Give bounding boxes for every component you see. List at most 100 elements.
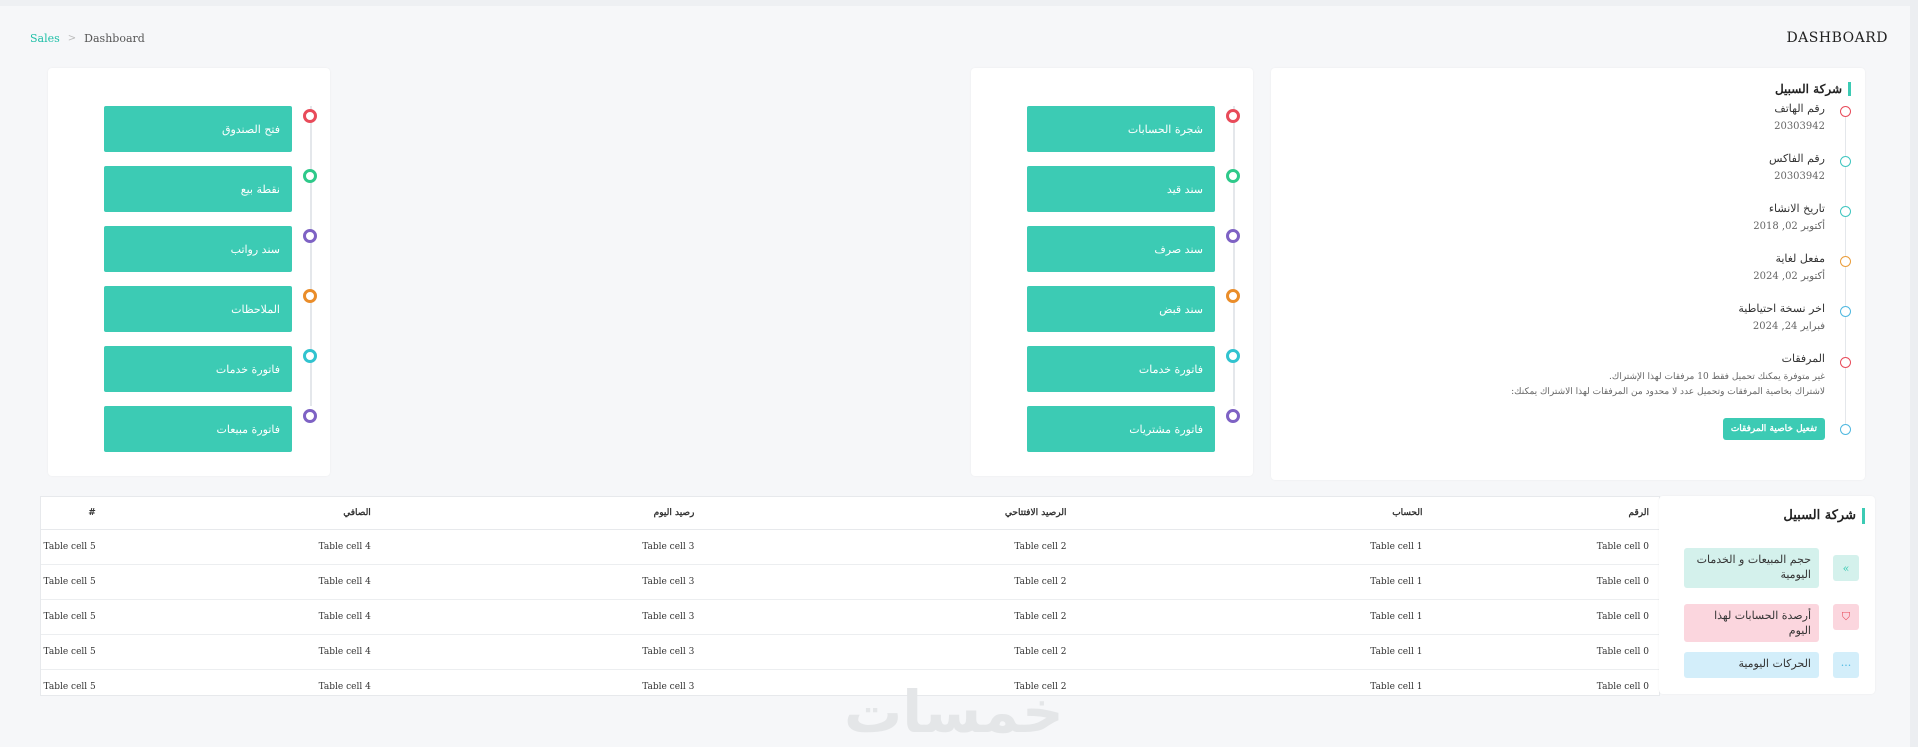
table-row[interactable]: Table cell 0 Table cell 1 Table cell 2 Tabl… <box>41 634 1659 670</box>
breadcrumb: Sales > Dashboard <box>30 32 145 45</box>
stat-label: أرصدة الحسابات لهذا اليوم <box>1684 604 1819 642</box>
info-item: اخر نسخة احتياطية فبراير 24, 2024 <box>1738 302 1825 332</box>
table-cell: Table cell 5 <box>43 682 96 692</box>
info-label: مفعل لغاية <box>1775 252 1825 265</box>
enable-attachments-button[interactable]: تفعيل خاصية المرفقات <box>1722 418 1825 440</box>
table-cell: Table cell 5 <box>41 564 106 600</box>
table-cell: Table cell 2 <box>704 599 1077 635</box>
action-button[interactable]: سند قيد <box>1027 166 1215 212</box>
company-info-card: شركة السبيل رقم الهاتف 20303942 رقم الفاكس… <box>1271 68 1865 480</box>
table-cell: Table cell 1 <box>1076 634 1433 670</box>
column-header: الرصيد الافتتاحي <box>704 497 1077 530</box>
table-row[interactable]: Table cell 0 Table cell 1 Table cell 2 Tabl… <box>41 529 1659 565</box>
action-item: فاتورة مشتريات <box>1023 406 1253 452</box>
timeline-dot <box>1226 229 1240 243</box>
table-cell: Table cell 3 <box>642 682 695 692</box>
timeline-dot <box>303 169 317 183</box>
stat-label: الحركات اليومية <box>1684 652 1819 678</box>
action-item: الملاحظات <box>100 286 330 332</box>
info-label: تاريخ الانشاء <box>1768 202 1825 215</box>
table-cell: Table cell 2 <box>704 564 1077 600</box>
table-row[interactable]: Table cell 0 Table cell 1 Table cell 2 Tabl… <box>41 564 1659 600</box>
table-cell: Table cell 1 <box>1076 599 1433 635</box>
column-header: الصافي <box>105 497 381 530</box>
table-cell: Table cell 3 <box>380 634 705 670</box>
table-cell: Table cell 0 <box>1432 634 1659 670</box>
timeline-dot <box>303 289 317 303</box>
timeline-dot <box>303 109 317 123</box>
table-cell: Table cell 0 <box>1596 682 1649 692</box>
info-item: رقم الفاكس 20303942 <box>1769 152 1825 182</box>
table-cell: Table cell 4 <box>105 634 381 670</box>
attachments-button-dot <box>1840 424 1851 435</box>
attachments-note: غير متوفرة يمكنك تحميل فقط 10 مرفقات لهذ… <box>1511 370 1825 400</box>
scrollbar[interactable] <box>1910 0 1918 747</box>
info-item: تاريخ الانشاء أكتوبر 02, 2018 <box>1753 202 1825 232</box>
action-item: فاتورة مبيعات <box>100 406 330 452</box>
action-item: سند صرف <box>1023 226 1253 272</box>
action-button[interactable]: شجرة الحسابات <box>1027 106 1215 152</box>
table-cell: Table cell 1 <box>1076 564 1433 600</box>
table-cell: Table cell 1 <box>1370 682 1423 692</box>
bookmark-icon: ⛉ <box>1833 604 1859 630</box>
action-item: سند رواتب <box>100 226 330 272</box>
action-button[interactable]: فتح الصندوق <box>104 106 292 152</box>
table-cell: Table cell 4 <box>105 529 381 565</box>
action-button[interactable]: فاتورة خدمات <box>1027 346 1215 392</box>
left-actions-card: فتح الصندوق نقطة بيع سند رواتب الملاحظات فات… <box>48 68 330 476</box>
action-button[interactable]: الملاحظات <box>104 286 292 332</box>
company-title: شركة السبيل <box>1775 82 1851 96</box>
attachments-note-line2: لاشتراك بخاصية المرفقات وتحميل عدد لا مح… <box>1511 387 1825 397</box>
breadcrumb-separator: > <box>67 33 77 44</box>
ellipsis-icon: ··· <box>1833 652 1859 678</box>
action-button[interactable]: نقطة بيع <box>104 166 292 212</box>
info-dot <box>1840 256 1851 267</box>
table-cell: Table cell 4 <box>318 682 371 692</box>
info-value: أكتوبر 02, 2018 <box>1753 221 1825 232</box>
timeline-dot <box>1226 289 1240 303</box>
accounts-table: الرقم الحساب الرصيد الافتتاحي رصيد اليوم الص… <box>41 497 1659 704</box>
action-item: فتح الصندوق <box>100 106 330 152</box>
action-button[interactable]: فاتورة مشتريات <box>1027 406 1215 452</box>
page-title: DASHBOARD <box>1786 30 1888 46</box>
table-cell: Table cell 0 <box>1432 529 1659 565</box>
attachments-note-line1: غير متوفرة يمكنك تحميل فقط 10 مرفقات لهذ… <box>1609 372 1825 382</box>
action-item: فاتورة خدمات <box>100 346 330 392</box>
table-cell: Table cell 3 <box>380 529 705 565</box>
info-item: رقم الهاتف 20303942 <box>1774 102 1825 132</box>
double-chevron-left-icon: « <box>1833 555 1859 581</box>
info-value: 20303942 <box>1774 171 1825 182</box>
column-header: رصيد اليوم <box>380 497 705 530</box>
attachments-label: المرفقات <box>1781 352 1825 365</box>
timeline-dot <box>303 409 317 423</box>
table-cell: Table cell 5 <box>41 599 106 635</box>
table-cell: Table cell 3 <box>380 599 705 635</box>
info-dot <box>1840 306 1851 317</box>
info-item: مفعل لغاية أكتوبر 02, 2024 <box>1753 252 1825 282</box>
action-button[interactable]: سند صرف <box>1027 226 1215 272</box>
action-button[interactable]: فاتورة مبيعات <box>104 406 292 452</box>
accounts-table-card: الرقم الحساب الرصيد الافتتاحي رصيد اليوم الص… <box>40 496 1660 696</box>
breadcrumb-link-sales[interactable]: Sales <box>30 32 60 45</box>
stats-title: شركة السبيل <box>1783 508 1865 524</box>
info-value: فبراير 24, 2024 <box>1752 321 1825 332</box>
timeline-dot <box>303 229 317 243</box>
action-button[interactable]: سند قبض <box>1027 286 1215 332</box>
action-item: شجرة الحسابات <box>1023 106 1253 152</box>
info-value: أكتوبر 02, 2024 <box>1753 271 1825 282</box>
action-button[interactable]: فاتورة خدمات <box>104 346 292 392</box>
info-label: اخر نسخة احتياطية <box>1738 302 1825 315</box>
info-dot <box>1840 106 1851 117</box>
table-cell: Table cell 0 <box>1432 564 1659 600</box>
table-cell: Table cell 5 <box>41 634 106 670</box>
table-row[interactable]: Table cell 0 Table cell 1 Table cell 2 Tabl… <box>41 599 1659 635</box>
action-item: سند قبض <box>1023 286 1253 332</box>
table-cell: Table cell 1 <box>1076 529 1433 565</box>
timeline-dot <box>303 349 317 363</box>
timeline-dot <box>1226 409 1240 423</box>
table-cell: Table cell 4 <box>105 564 381 600</box>
action-item: نقطة بيع <box>100 166 330 212</box>
column-header: الرقم <box>1432 497 1659 530</box>
table-cell: Table cell 3 <box>380 564 705 600</box>
action-button[interactable]: سند رواتب <box>104 226 292 272</box>
